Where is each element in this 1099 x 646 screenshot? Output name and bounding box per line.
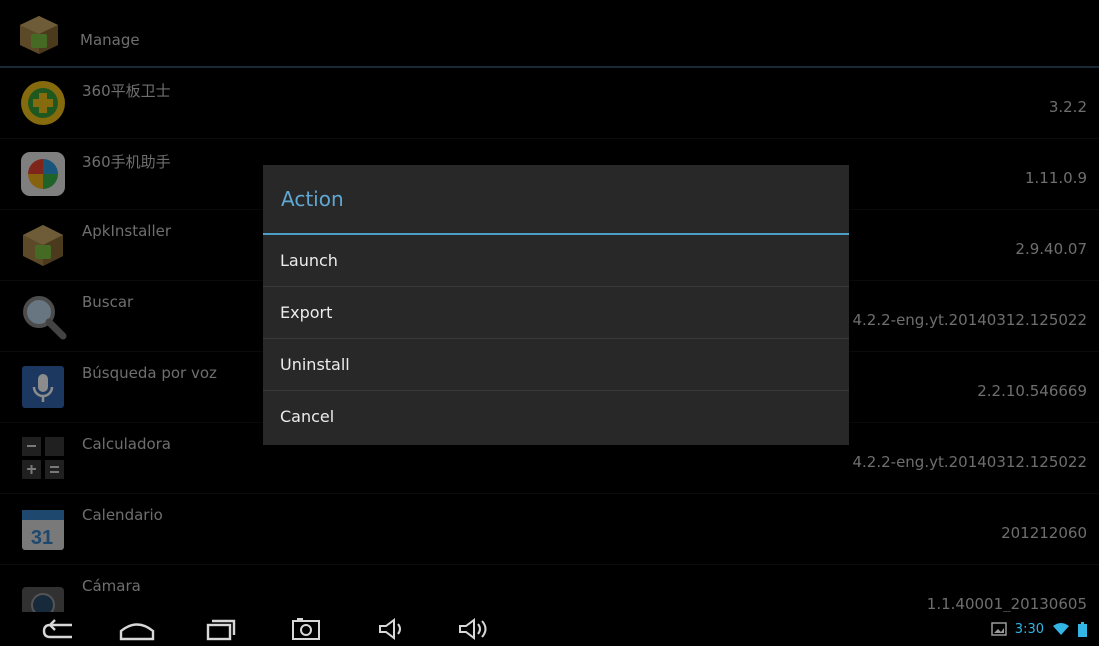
action-dialog: Action Launch Export Uninstall Cancel <box>263 165 849 445</box>
dialog-title: Action <box>281 187 344 211</box>
system-navigation-bar: 3:30 <box>0 612 1099 646</box>
volume-up-icon[interactable] <box>452 615 496 643</box>
export-menu-item[interactable]: Export <box>263 287 849 339</box>
uninstall-menu-item[interactable]: Uninstall <box>263 339 849 391</box>
back-icon[interactable] <box>38 615 82 643</box>
wifi-icon <box>1053 623 1069 635</box>
recent-apps-icon[interactable] <box>198 615 242 643</box>
volume-down-icon[interactable] <box>372 615 416 643</box>
launch-menu-item[interactable]: Launch <box>263 235 849 287</box>
cancel-menu-item[interactable]: Cancel <box>263 391 849 443</box>
status-area[interactable]: 3:30 <box>991 620 1087 638</box>
clock: 3:30 <box>1014 621 1044 637</box>
battery-icon <box>1078 621 1087 637</box>
action-menu: Launch Export Uninstall Cancel <box>263 235 849 443</box>
notification-image-icon <box>991 622 1007 636</box>
home-icon[interactable] <box>115 615 159 643</box>
screenshot-icon[interactable] <box>285 615 329 643</box>
